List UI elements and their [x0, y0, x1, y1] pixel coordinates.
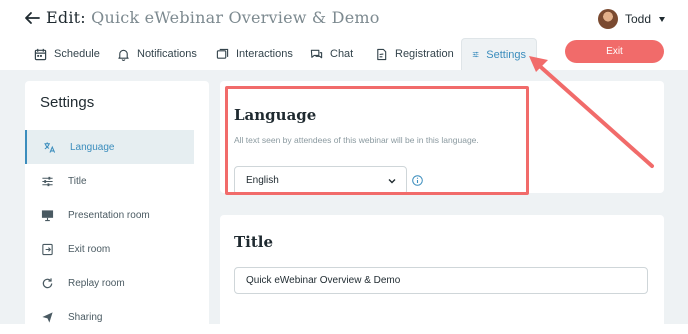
presentation-icon	[41, 209, 54, 221]
send-icon	[42, 311, 53, 323]
sidebar-item-presentation-room[interactable]: Presentation room	[25, 198, 194, 232]
info-icon[interactable]	[412, 175, 423, 186]
sidebar-item-replay-room[interactable]: Replay room	[25, 266, 194, 300]
avatar	[598, 9, 618, 29]
tab-label: Settings	[486, 48, 526, 61]
user-menu[interactable]: Todd	[598, 9, 666, 29]
tab-interactions[interactable]: Interactions	[216, 38, 293, 70]
sliders-icon	[42, 176, 53, 186]
language-description: All text seen by attendees of this webin…	[234, 135, 479, 145]
page-title: Edit: Quick eWebinar Overview & Demo	[46, 8, 380, 27]
language-select[interactable]: English	[234, 166, 407, 195]
sidebar-item-label: Presentation room	[68, 209, 150, 221]
tab-label: Registration	[395, 48, 454, 60]
language-panel: Language All text seen by attendees of t…	[220, 81, 664, 195]
sidebar-item-label: Exit room	[68, 243, 111, 255]
sidebar-item-label: Language	[70, 141, 115, 153]
tab-settings[interactable]: Settings	[461, 38, 537, 70]
chevron-down-icon	[659, 16, 666, 22]
calendar-icon	[34, 48, 47, 60]
language-select-value: English	[246, 175, 279, 186]
tab-label: Interactions	[236, 48, 293, 60]
tab-schedule[interactable]: Schedule	[34, 38, 100, 70]
exit-room-icon	[42, 243, 53, 255]
tab-chat[interactable]: Chat	[310, 38, 353, 70]
tab-notifications[interactable]: Notifications	[117, 38, 197, 70]
title-input[interactable]: Quick eWebinar Overview & Demo	[234, 267, 648, 294]
bell-icon	[118, 49, 129, 61]
sidebar-item-sharing[interactable]: Sharing	[25, 300, 194, 334]
interactions-icon	[216, 48, 229, 59]
sidebar-item-label: Replay room	[68, 277, 125, 289]
back-arrow-icon[interactable]	[23, 9, 41, 27]
tab-registration[interactable]: Registration	[375, 38, 454, 70]
sidebar-item-title[interactable]: Title	[25, 164, 194, 198]
title-input-value: Quick eWebinar Overview & Demo	[246, 275, 401, 286]
exit-button[interactable]: Exit	[565, 40, 664, 63]
sidebar-item-language[interactable]: Language	[25, 130, 194, 164]
sidebar-item-exit-room[interactable]: Exit room	[25, 232, 194, 266]
app-header: Edit: Quick eWebinar Overview & Demo Tod…	[0, 0, 688, 70]
title-heading: Title	[234, 233, 274, 251]
chevron-down-icon	[388, 179, 396, 184]
replay-icon	[42, 277, 53, 288]
settings-sidebar: Settings Language Title Presentation roo…	[25, 81, 209, 331]
tab-label: Schedule	[54, 48, 100, 60]
title-panel: Title Quick eWebinar Overview & Demo	[220, 215, 664, 330]
translate-icon	[44, 141, 56, 153]
sliders-icon	[472, 51, 479, 58]
registration-icon	[377, 48, 387, 60]
page-title-prefix: Edit:	[46, 8, 86, 27]
user-name: Todd	[625, 12, 652, 26]
page-title-webinar-name: Quick eWebinar Overview & Demo	[91, 8, 380, 27]
sidebar-title: Settings	[40, 94, 95, 111]
language-heading: Language	[234, 106, 317, 124]
sidebar-item-label: Title	[68, 175, 87, 187]
tab-label: Notifications	[137, 48, 197, 60]
sidebar-item-label: Sharing	[68, 311, 103, 323]
main-area: Settings Language Title Presentation roo…	[0, 70, 688, 331]
chat-icon	[310, 49, 323, 58]
tab-label: Chat	[330, 48, 354, 60]
